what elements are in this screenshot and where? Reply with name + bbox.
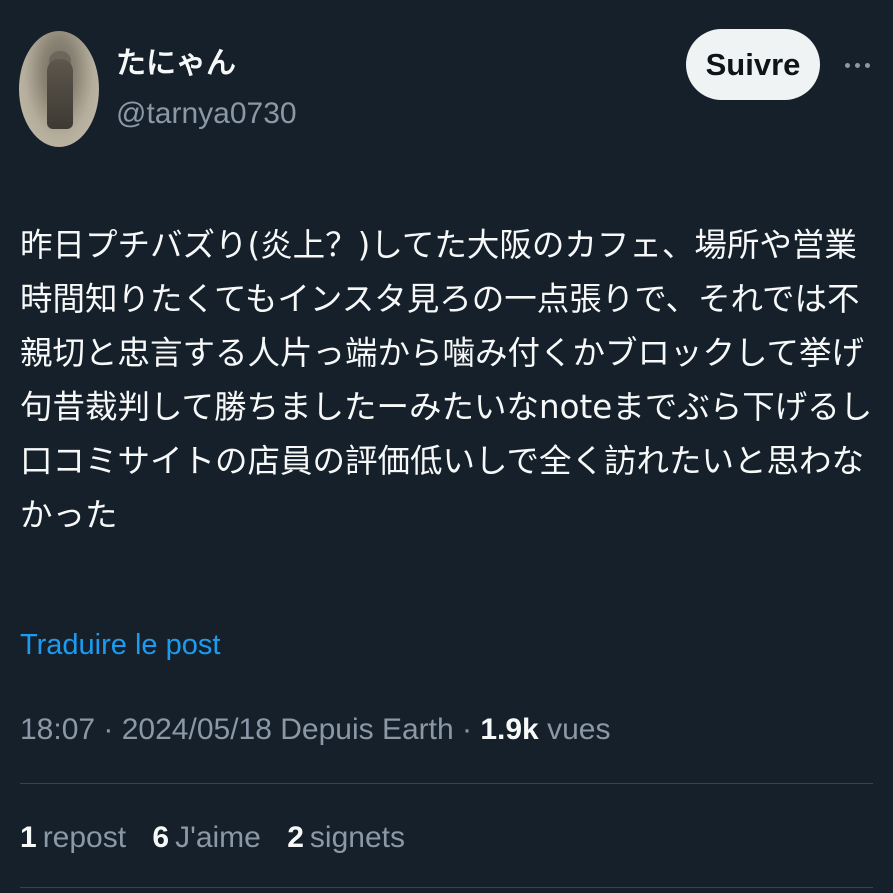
meta-separator: · [453, 713, 481, 746]
bookmarks-count: 2 [287, 821, 304, 854]
avatar-figure [47, 59, 73, 129]
author-display-name[interactable]: たにゃん [116, 44, 236, 84]
dot [854, 62, 860, 68]
avatar[interactable] [19, 31, 99, 147]
translate-post-link[interactable]: Traduire le post [20, 625, 220, 665]
views-count: 1.9k [480, 713, 539, 746]
divider [20, 887, 873, 888]
tweet-text: 昨日プチバズり(炎上？)してた大阪のカフェ、場所や営業時間知りたくてもインスタ見… [20, 226, 873, 534]
follow-button[interactable]: Suivre [686, 29, 820, 100]
views-label: vues [538, 713, 611, 746]
reposts-stat[interactable]: 1 repost [20, 818, 126, 858]
reposts-label: repost [42, 821, 127, 854]
dot [864, 62, 870, 68]
likes-count: 6 [152, 821, 170, 854]
more-options-icon[interactable] [837, 50, 877, 80]
tweet-date[interactable]: 2024/05/18 [122, 713, 272, 746]
reposts-count: 1 [20, 821, 37, 854]
likes-stat[interactable]: 6 J'aime [152, 818, 260, 858]
tweet-detail: たにゃん @tarnya0730 Suivre 昨日プチバズり(炎上？)してた大… [0, 0, 893, 893]
author-handle[interactable]: @tarnya0730 [116, 94, 297, 134]
likes-label: J'aime [175, 821, 261, 854]
tweet-meta: 18:07 · 2024/05/18 Depuis Earth · 1.9k v… [20, 710, 610, 750]
engagement-stats: 1 repost 6 J'aime 2 signets [20, 818, 423, 858]
bookmarks-label: signets [309, 821, 405, 854]
tweet-source: Depuis Earth [271, 713, 454, 746]
bookmarks-stat[interactable]: 2 signets [287, 818, 405, 858]
divider [20, 783, 873, 784]
tweet-time[interactable]: 18:07 [20, 713, 95, 746]
meta-separator: · [95, 713, 122, 746]
dot [844, 62, 850, 68]
